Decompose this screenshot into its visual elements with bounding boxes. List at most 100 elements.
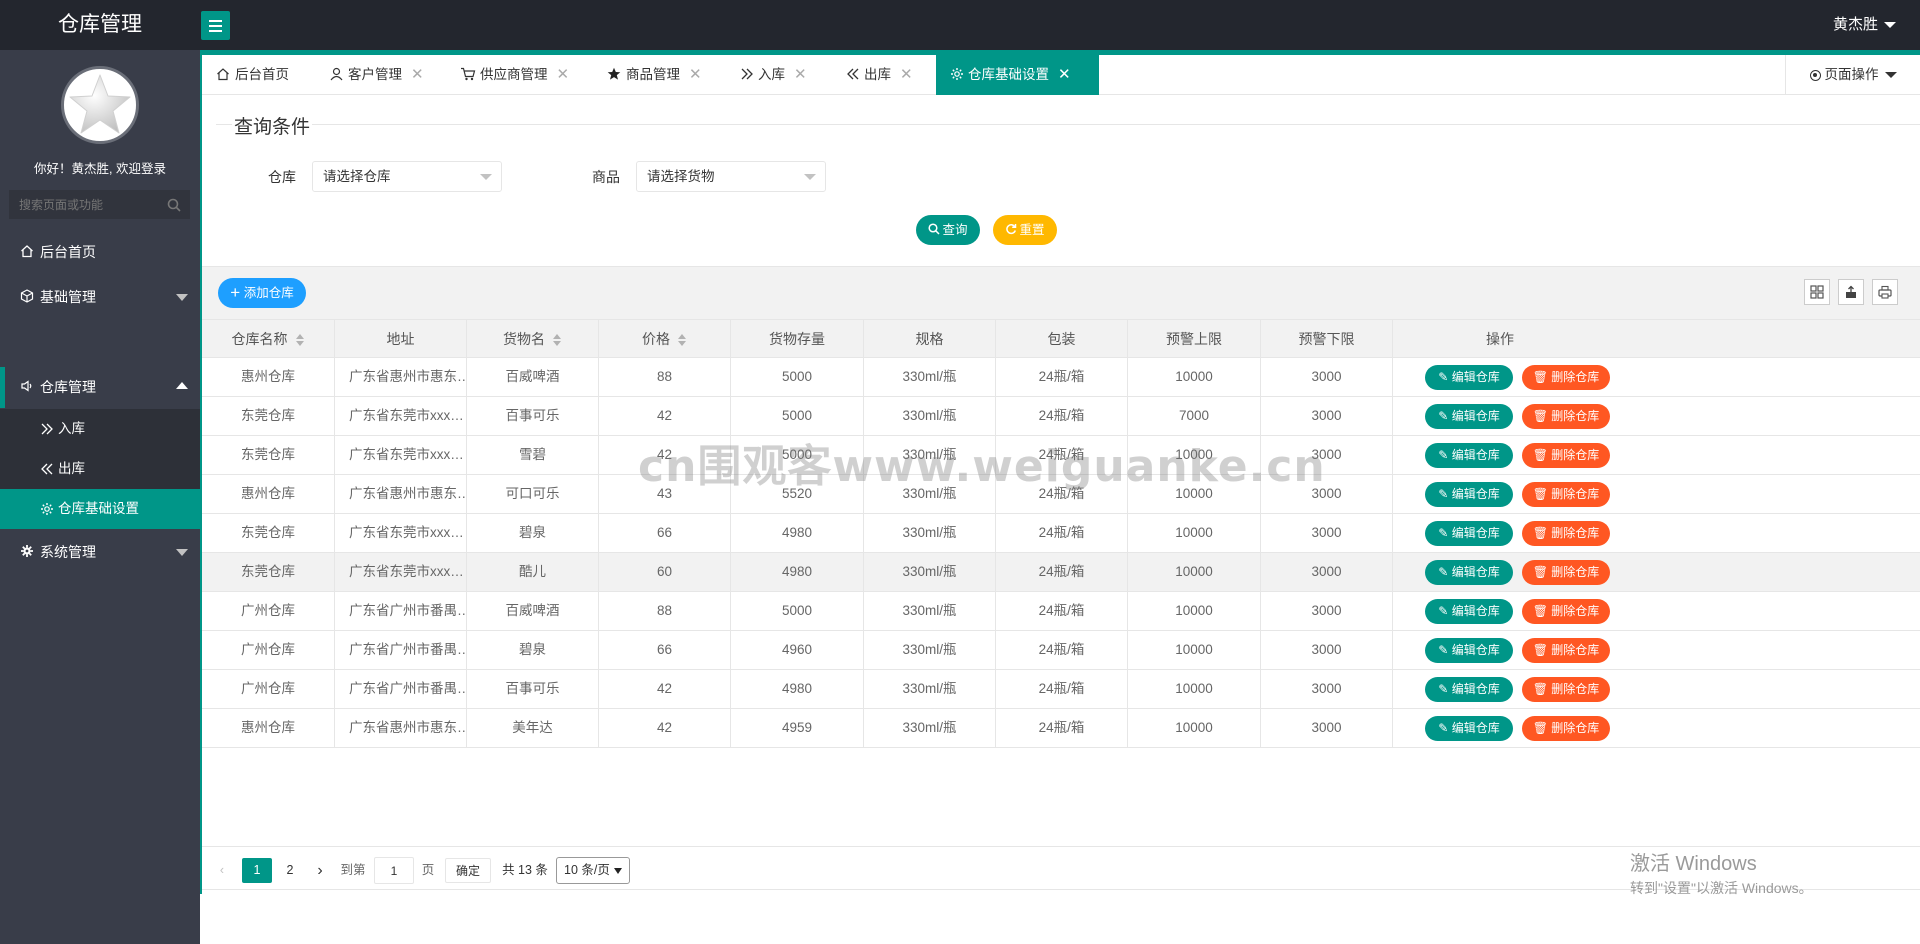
page-1[interactable]: 1 xyxy=(242,858,272,883)
table-row[interactable]: 惠州仓库 广东省惠州市惠东… 百威啤酒 88 5000 330ml/瓶 24瓶/箱 10000… xyxy=(202,358,1920,397)
edit-warehouse-button[interactable]: ✎ 编辑仓库 xyxy=(1425,560,1513,585)
export-icon[interactable] xyxy=(1838,279,1864,305)
th-warehouse-name[interactable]: 仓库名称 xyxy=(202,320,335,358)
delete-warehouse-button[interactable]: 🗑 删除仓库 xyxy=(1522,599,1610,624)
page-operations-dropdown[interactable]: 页面操作 xyxy=(1785,55,1920,95)
delete-warehouse-button[interactable]: 🗑 删除仓库 xyxy=(1522,677,1610,702)
edit-warehouse-button[interactable]: ✎ 编辑仓库 xyxy=(1425,482,1513,507)
home-icon xyxy=(216,67,235,82)
tab-home[interactable]: 后台首页 xyxy=(216,55,289,95)
delete-label: 删除仓库 xyxy=(1551,487,1600,501)
cell-packing: 24瓶/箱 xyxy=(996,631,1128,669)
close-icon[interactable]: ✕ xyxy=(557,66,570,83)
goto-confirm-button[interactable]: 确定 xyxy=(445,858,491,883)
edit-label: 编辑仓库 xyxy=(1451,604,1500,618)
tab-customers[interactable]: 客户管理 ✕ xyxy=(330,55,424,95)
edit-warehouse-button[interactable]: ✎ 编辑仓库 xyxy=(1425,716,1513,741)
delete-warehouse-button[interactable]: 🗑 删除仓库 xyxy=(1522,521,1610,546)
close-icon[interactable]: ✕ xyxy=(411,66,424,83)
tab-suppliers[interactable]: 供应商管理 ✕ xyxy=(460,55,569,95)
goto-page-input[interactable] xyxy=(374,857,414,884)
columns-filter-icon[interactable] xyxy=(1804,279,1830,305)
sort-icon[interactable] xyxy=(295,334,305,347)
cell-upper: 10000 xyxy=(1128,670,1261,708)
table-toolbar: + 添加仓库 xyxy=(202,266,1920,319)
sidebar-subitem-inbound[interactable]: 入库 xyxy=(0,409,200,449)
edit-warehouse-button[interactable]: ✎ 编辑仓库 xyxy=(1425,599,1513,624)
edit-warehouse-button[interactable]: ✎ 编辑仓库 xyxy=(1425,443,1513,468)
edit-warehouse-button[interactable]: ✎ 编辑仓库 xyxy=(1425,521,1513,546)
sidebar-search-input[interactable] xyxy=(10,191,160,218)
cell-goods: 美年达 xyxy=(467,709,599,747)
sort-icon[interactable] xyxy=(553,334,562,347)
print-icon[interactable] xyxy=(1872,279,1898,305)
tab-outbound[interactable]: 出库 ✕ xyxy=(846,55,913,95)
add-warehouse-button[interactable]: + 添加仓库 xyxy=(218,278,306,308)
delete-warehouse-button[interactable]: 🗑 删除仓库 xyxy=(1522,716,1610,741)
edit-warehouse-button[interactable]: ✎ 编辑仓库 xyxy=(1425,404,1513,429)
table-row[interactable]: 东莞仓库 广东省东莞市xxx… 酷儿 60 4980 330ml/瓶 24瓶/箱 10000 3… xyxy=(202,553,1920,592)
sidebar-item-system[interactable]: 系统管理 xyxy=(0,530,200,575)
prev-page-icon[interactable]: ‹ xyxy=(214,858,230,883)
next-page-icon[interactable]: › xyxy=(312,858,328,883)
goods-select[interactable]: 请选择货物 xyxy=(636,161,826,192)
menu-toggle-button[interactable] xyxy=(201,11,230,40)
delete-warehouse-button[interactable]: 🗑 删除仓库 xyxy=(1522,404,1610,429)
delete-warehouse-button[interactable]: 🗑 删除仓库 xyxy=(1522,560,1610,585)
cell-stock: 4980 xyxy=(731,553,864,591)
page-size-select[interactable]: 10 条/页 xyxy=(556,857,630,884)
sidebar-item-basic[interactable]: 基础管理 xyxy=(0,275,200,320)
sort-icon[interactable] xyxy=(678,334,687,347)
sidebar-subitem-outbound[interactable]: 出库 xyxy=(0,449,200,489)
tab-products[interactable]: 商品管理 ✕ xyxy=(607,55,702,95)
search-button[interactable]: 查询 xyxy=(916,215,980,245)
cell-goods: 碧泉 xyxy=(467,514,599,552)
th-price[interactable]: 价格 xyxy=(599,320,731,358)
close-icon[interactable]: ✕ xyxy=(794,66,807,83)
edit-warehouse-button[interactable]: ✎ 编辑仓库 xyxy=(1425,677,1513,702)
edit-warehouse-button[interactable]: ✎ 编辑仓库 xyxy=(1425,638,1513,663)
page-2[interactable]: 2 xyxy=(280,858,300,883)
table-row[interactable]: 广州仓库 广东省广州市番禺… 百威啤酒 88 5000 330ml/瓶 24瓶/箱 10000… xyxy=(202,592,1920,631)
delete-warehouse-button[interactable]: 🗑 删除仓库 xyxy=(1522,443,1610,468)
cell-warehouse: 东莞仓库 xyxy=(202,397,335,435)
close-icon[interactable]: ✕ xyxy=(900,66,913,83)
user-menu[interactable]: 黄杰胜 xyxy=(1833,0,1896,50)
cell-warehouse: 广州仓库 xyxy=(202,592,335,630)
cell-stock: 5000 xyxy=(731,592,864,630)
cell-price: 66 xyxy=(599,631,731,669)
edit-icon: ✎ xyxy=(1438,526,1452,540)
tab-label: 供应商管理 xyxy=(480,67,548,82)
sidebar-search xyxy=(9,190,190,219)
delete-warehouse-button[interactable]: 🗑 删除仓库 xyxy=(1522,365,1610,390)
table-row[interactable]: 东莞仓库 广东省东莞市xxx… 碧泉 66 4980 330ml/瓶 24瓶/箱 10000 3… xyxy=(202,514,1920,553)
warehouse-select[interactable]: 请选择仓库 xyxy=(312,161,502,192)
delete-warehouse-button[interactable]: 🗑 删除仓库 xyxy=(1522,482,1610,507)
cell-address: 广东省惠州市惠东… xyxy=(335,475,467,513)
tab-warehouse-settings[interactable]: 仓库基础设置 ✕ xyxy=(936,55,1099,95)
cell-address: 广东省广州市番禺… xyxy=(335,670,467,708)
table-row[interactable]: 广州仓库 广东省广州市番禺… 碧泉 66 4960 330ml/瓶 24瓶/箱 10000 30… xyxy=(202,631,1920,670)
sidebar-item-home[interactable]: 后台首页 xyxy=(0,230,200,275)
th-label: 预警上限 xyxy=(1166,331,1222,347)
delete-warehouse-button[interactable]: 🗑 删除仓库 xyxy=(1522,638,1610,663)
sidebar-item-warehouse[interactable]: 仓库管理 xyxy=(0,365,200,410)
edit-warehouse-button[interactable]: ✎ 编辑仓库 xyxy=(1425,365,1513,390)
sidebar-subitem-warehouse-settings[interactable]: 仓库基础设置 xyxy=(0,489,200,529)
cell-spec: 330ml/瓶 xyxy=(864,553,996,591)
close-icon[interactable]: ✕ xyxy=(1058,66,1071,83)
tab-inbound[interactable]: 入库 ✕ xyxy=(740,55,807,95)
cell-goods: 百威啤酒 xyxy=(467,358,599,396)
th-goods-name[interactable]: 货物名 xyxy=(467,320,599,358)
reset-button[interactable]: 重置 xyxy=(993,215,1057,245)
search-icon[interactable] xyxy=(167,198,181,215)
edit-icon: ✎ xyxy=(1438,721,1452,735)
star-avatar-icon xyxy=(69,74,131,134)
warehouse-select-value: 请选择仓库 xyxy=(323,169,391,184)
close-icon[interactable]: ✕ xyxy=(689,66,702,83)
tab-bar: 后台首页 客户管理 ✕ 供应商管理 ✕ 商品管理 ✕ 入库 ✕ 出库 ✕ 仓库基础设置 ✕ … xyxy=(202,55,1920,95)
th-label: 地址 xyxy=(386,331,415,347)
table-row[interactable]: 广州仓库 广东省广州市番禺… 百事可乐 42 4980 330ml/瓶 24瓶/箱 10000… xyxy=(202,670,1920,709)
table-row[interactable]: 惠州仓库 广东省惠州市惠东… 美年达 42 4959 330ml/瓶 24瓶/箱 10000 3… xyxy=(202,709,1920,748)
delete-label: 删除仓库 xyxy=(1551,604,1600,618)
